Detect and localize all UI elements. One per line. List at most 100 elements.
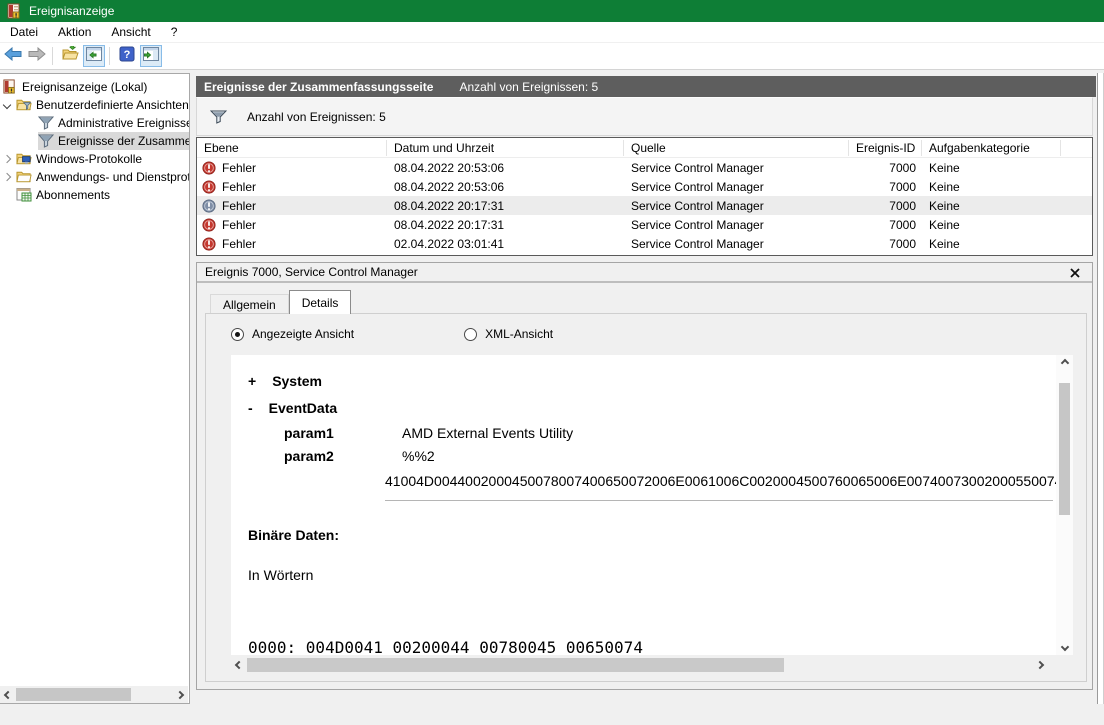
tree-item-windows-logs[interactable]: Windows-Protokolle (0, 150, 189, 168)
workspace: Ereignisanzeige (Lokal) Benutzerdefinier… (0, 70, 1104, 725)
column-header-datetime[interactable]: Datum und Uhrzeit (387, 139, 624, 156)
expander-minus[interactable]: - (248, 400, 253, 416)
hex-value-divider (385, 500, 1053, 501)
filter-funnel-icon (210, 110, 227, 124)
scroll-left-button[interactable] (0, 686, 16, 703)
column-header-category[interactable]: Aufgabenkategorie (922, 139, 1061, 156)
menu-datei[interactable]: Datei (0, 23, 48, 41)
tree-horizontal-scrollbar[interactable] (0, 686, 188, 703)
view-mode-radios: Angezeigte Ansicht XML-Ansicht (206, 324, 1086, 344)
scroll-down-button[interactable] (1056, 639, 1073, 655)
scroll-right-button[interactable] (172, 686, 188, 703)
details-header: Ereignis 7000, Service Control Manager (197, 263, 1092, 283)
help-button[interactable]: ? (116, 45, 138, 67)
param2-name: param2 (284, 448, 334, 464)
tree-selection-highlight: Ereignisse der Zusammenfassungsseite (38, 132, 189, 150)
error-icon (202, 217, 216, 232)
event-details-pane: Ereignis 7000, Service Control Manager A… (196, 262, 1093, 690)
details-tabs: Allgemein Details (210, 290, 352, 314)
scrollbar-thumb[interactable] (16, 688, 131, 701)
help-icon: ? (119, 46, 135, 67)
system-node[interactable]: + System (248, 373, 322, 389)
summary-panel-title: Ereignisse der Zusammenfassungsseite (204, 79, 434, 94)
tree-item-subscriptions[interactable]: Abonnements (0, 186, 189, 204)
menu-aktion[interactable]: Aktion (48, 23, 101, 41)
details-tab-page: Angezeigte Ansicht XML-Ansicht + System -… (205, 313, 1087, 682)
param1-value: AMD External Events Utility (402, 425, 574, 441)
binary-hex-value: 41004D0044002000450078007400650072006E00… (385, 473, 1056, 489)
event-row-selected[interactable]: Fehler 08.04.2022 20:17:31 Service Contr… (197, 196, 1092, 215)
column-header-event-id[interactable]: Ereignis-ID (849, 139, 922, 156)
radio-friendly-view[interactable] (231, 327, 244, 341)
tree-item-custom-views[interactable]: Benutzerdefinierte Ansichten (0, 96, 189, 114)
menu-ansicht[interactable]: Ansicht (101, 23, 160, 41)
tree-item-event-viewer-local[interactable]: Ereignisanzeige (Lokal) (0, 78, 189, 96)
error-icon (202, 160, 216, 175)
filter-icon (38, 115, 54, 131)
scrollbar-thumb[interactable] (247, 658, 784, 672)
eventdata-node[interactable]: - EventData (248, 400, 337, 416)
details-vertical-scrollbar[interactable] (1056, 355, 1073, 655)
details-horizontal-scrollbar[interactable] (231, 656, 1048, 674)
radio-xml-view-label[interactable]: XML-Ansicht (485, 327, 553, 341)
chevron-right-icon (1035, 660, 1045, 670)
summary-event-count: Anzahl von Ereignissen: 5 (459, 79, 599, 94)
tab-details[interactable]: Details (288, 290, 352, 314)
scroll-left-button[interactable] (231, 657, 247, 674)
toggle-console-tree-button[interactable] (83, 45, 105, 67)
radio-friendly-view-label[interactable]: Angezeigte Ansicht (252, 327, 354, 341)
chevron-collapsed-icon[interactable] (2, 172, 12, 182)
console-tree-icon (86, 46, 102, 66)
toggle-action-pane-button[interactable] (140, 45, 162, 67)
menu-help[interactable]: ? (161, 23, 188, 41)
scrollbar-track[interactable] (1059, 383, 1070, 515)
close-icon[interactable] (1068, 266, 1082, 280)
back-button[interactable] (2, 45, 24, 67)
scrollbar-thumb[interactable] (1059, 383, 1070, 515)
binary-data-heading: Binäre Daten: (248, 527, 340, 543)
radio-xml-view[interactable] (464, 327, 478, 341)
chevron-right-icon (175, 690, 185, 699)
title-bar[interactable]: Ereignisanzeige (0, 0, 1104, 22)
forward-button[interactable] (26, 45, 48, 67)
event-row[interactable]: Fehler 02.04.2022 03:01:41 Service Contr… (197, 234, 1092, 253)
column-header-source[interactable]: Quelle (624, 139, 849, 156)
chevron-collapsed-icon[interactable] (2, 154, 12, 164)
binary-dump-line: 0000: 004D0041 00200044 00780045 0065007… (248, 638, 643, 656)
tree-item-administrative-events[interactable]: Administrative Ereignisse (0, 114, 189, 132)
back-arrow-icon (4, 46, 22, 66)
tab-allgemein[interactable]: Allgemein (210, 294, 289, 314)
event-row[interactable]: Fehler 08.04.2022 20:17:31 Service Contr… (197, 215, 1092, 234)
action-pane-icon (143, 46, 159, 66)
action-pane-edge (1097, 73, 1104, 704)
console-tree: Ereignisanzeige (Lokal) Benutzerdefinier… (0, 78, 189, 204)
param1-name: param1 (284, 425, 334, 441)
event-row[interactable]: Fehler 08.04.2022 20:53:06 Service Contr… (197, 158, 1092, 177)
event-viewer-window: Ereignisanzeige Datei Aktion Ansicht ? ?… (0, 0, 1104, 725)
open-saved-log-button[interactable] (59, 45, 81, 67)
error-icon (202, 236, 216, 251)
details-content: + System - EventData param1 AMD External E… (231, 355, 1056, 655)
expander-plus[interactable]: + (248, 373, 256, 389)
details-title: Ereignis 7000, Service Control Manager (205, 265, 418, 279)
error-icon (202, 179, 216, 194)
console-tree-panel: Ereignisanzeige (Lokal) Benutzerdefinier… (0, 73, 190, 704)
filter-count-label: Anzahl von Ereignissen: 5 (247, 109, 386, 124)
toolbar-separator (52, 47, 53, 65)
scroll-right-button[interactable] (1032, 657, 1048, 674)
filter-row: Anzahl von Ereignissen: 5 (196, 97, 1093, 136)
open-folder-icon (61, 45, 79, 66)
scroll-up-button[interactable] (1056, 355, 1073, 371)
binary-mode-label: In Wörtern (248, 567, 314, 583)
folder-logs-icon (16, 151, 32, 167)
summary-panel-header: Ereignisse der Zusammenfassungsseite Anz… (196, 76, 1096, 97)
binary-dump: 0000: 004D0041 00200044 00780045 0065007… (248, 603, 643, 656)
forward-arrow-icon (28, 46, 46, 66)
tree-item-summary-page-events[interactable]: Ereignisse der Zusammenfassungsseite (0, 132, 189, 150)
toolbar-separator (109, 47, 110, 65)
chevron-expanded-icon[interactable] (2, 100, 12, 110)
column-header-level[interactable]: Ebene (197, 139, 387, 156)
filter-icon (38, 133, 54, 149)
event-row[interactable]: Fehler 08.04.2022 20:53:06 Service Contr… (197, 177, 1092, 196)
tree-item-applications-services-logs[interactable]: Anwendungs- und Dienstprotokolle (0, 168, 189, 186)
